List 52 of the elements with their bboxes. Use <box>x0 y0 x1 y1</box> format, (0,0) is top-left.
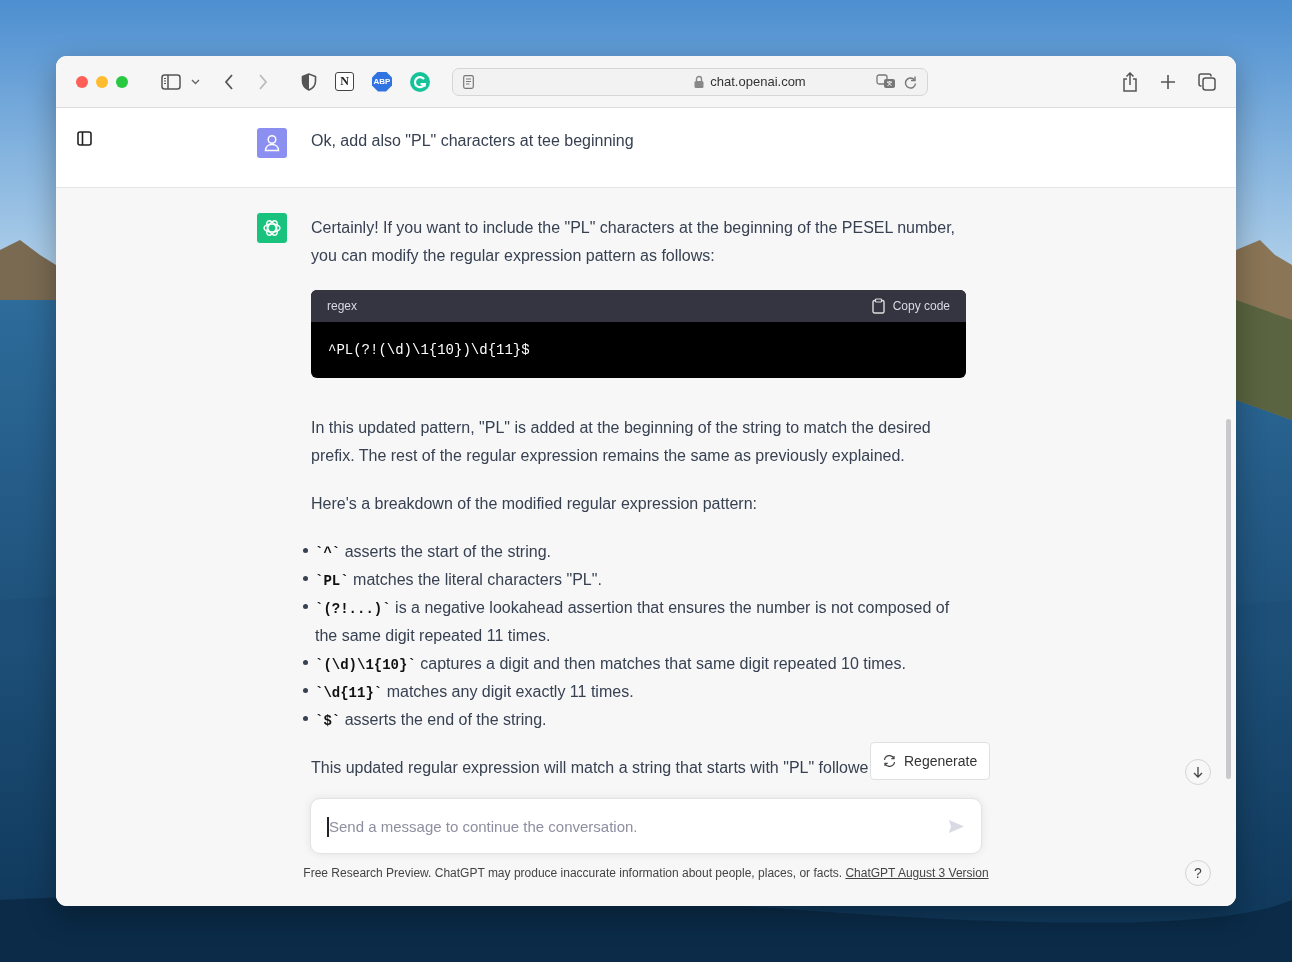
notion-icon[interactable]: N <box>335 72 354 91</box>
back-icon[interactable] <box>224 73 234 90</box>
bullet-icon <box>303 716 308 721</box>
bullet-icon <box>303 604 308 609</box>
chevron-down-icon[interactable] <box>191 78 200 85</box>
scroll-down-button[interactable] <box>1185 759 1211 785</box>
zoom-icon[interactable] <box>116 75 128 88</box>
address-bar[interactable]: chat.openai.com <box>452 67 928 96</box>
bullet-icon <box>303 576 308 581</box>
bullet-icon <box>303 660 308 665</box>
bullet-text: `^` asserts the start of the string. <box>315 542 551 563</box>
clipboard-icon <box>871 298 885 314</box>
code-text: ^PL(?!(\d)\1{10})\d{11}$ <box>327 341 531 360</box>
tabs-overview-icon[interactable] <box>1198 72 1216 91</box>
translate-icon[interactable] <box>876 73 896 90</box>
shield-icon[interactable] <box>301 72 317 91</box>
share-icon[interactable] <box>1122 71 1138 92</box>
bullet-icon <box>303 548 308 553</box>
bullet-icon <box>303 688 308 693</box>
arrow-down-icon <box>1193 766 1203 778</box>
bot-avatar-icon <box>257 213 287 243</box>
message-input[interactable]: Send a message to continue the conversation. <box>327 816 948 836</box>
paragraph: This updated regular expression will match a string that starts with "PL" followe <box>311 758 869 778</box>
copy-code-button[interactable]: Copy code <box>871 298 950 314</box>
sidebar-toggle-icon[interactable] <box>77 131 92 146</box>
message-input-field[interactable]: Send a message to continue the conversation. <box>310 798 982 854</box>
disclaimer-text: Free Research Preview. ChatGPT may produce inaccurate information about people, places, or facts. ChatGPT August 3 Version <box>303 866 989 880</box>
scrollbar-thumb[interactable] <box>1226 419 1231 779</box>
new-tab-icon[interactable] <box>1160 73 1176 90</box>
user-avatar-icon <box>257 128 287 158</box>
bullet-text: `PL` matches the literal characters "PL". <box>315 570 602 591</box>
url-text: chat.openai.com <box>710 74 806 89</box>
bullet-text: `\d{11}` matches any digit exactly 11 times. <box>315 682 634 703</box>
paragraph: Here's a breakdown of the modified regular expression pattern: <box>311 494 758 514</box>
version-link[interactable]: ChatGPT August 3 Version <box>845 866 989 880</box>
lock-icon <box>694 75 705 88</box>
paragraph: In this updated pattern, "PL" is added at the beginning of the string to match the desired prefix. The rest of the regular expression remains the same as previously explained. <box>311 418 932 466</box>
message-text: Ok, add also "PL" characters at tee beginning <box>311 131 635 151</box>
adblock-icon[interactable]: ABP <box>372 71 392 92</box>
paragraph: Certainly! If you want to include the "PL" characters at the beginning of the PESEL number, you can modify the regular expression pattern as follows: <box>311 218 957 266</box>
reader-icon[interactable] <box>463 74 474 89</box>
grammar-icon[interactable] <box>410 71 430 92</box>
reload-icon[interactable] <box>904 74 917 89</box>
bullet-text: `(?!...)` is a negative lookahead assertion that ensures the number is not composed of the same digit repeated 11 times. <box>315 598 951 646</box>
refresh-icon <box>883 755 896 767</box>
bullet-text: `$` asserts the end of the string. <box>315 710 547 731</box>
close-icon[interactable] <box>76 75 88 88</box>
help-button[interactable]: ? <box>1185 860 1211 886</box>
bullet-text: `(\d)\1{10}` captures a digit and then matches that same digit repeated 10 times. <box>315 654 906 675</box>
regenerate-button[interactable]: Regenerate <box>870 742 991 780</box>
code-language: regex <box>327 299 358 313</box>
sidebar-icon[interactable] <box>161 73 181 90</box>
